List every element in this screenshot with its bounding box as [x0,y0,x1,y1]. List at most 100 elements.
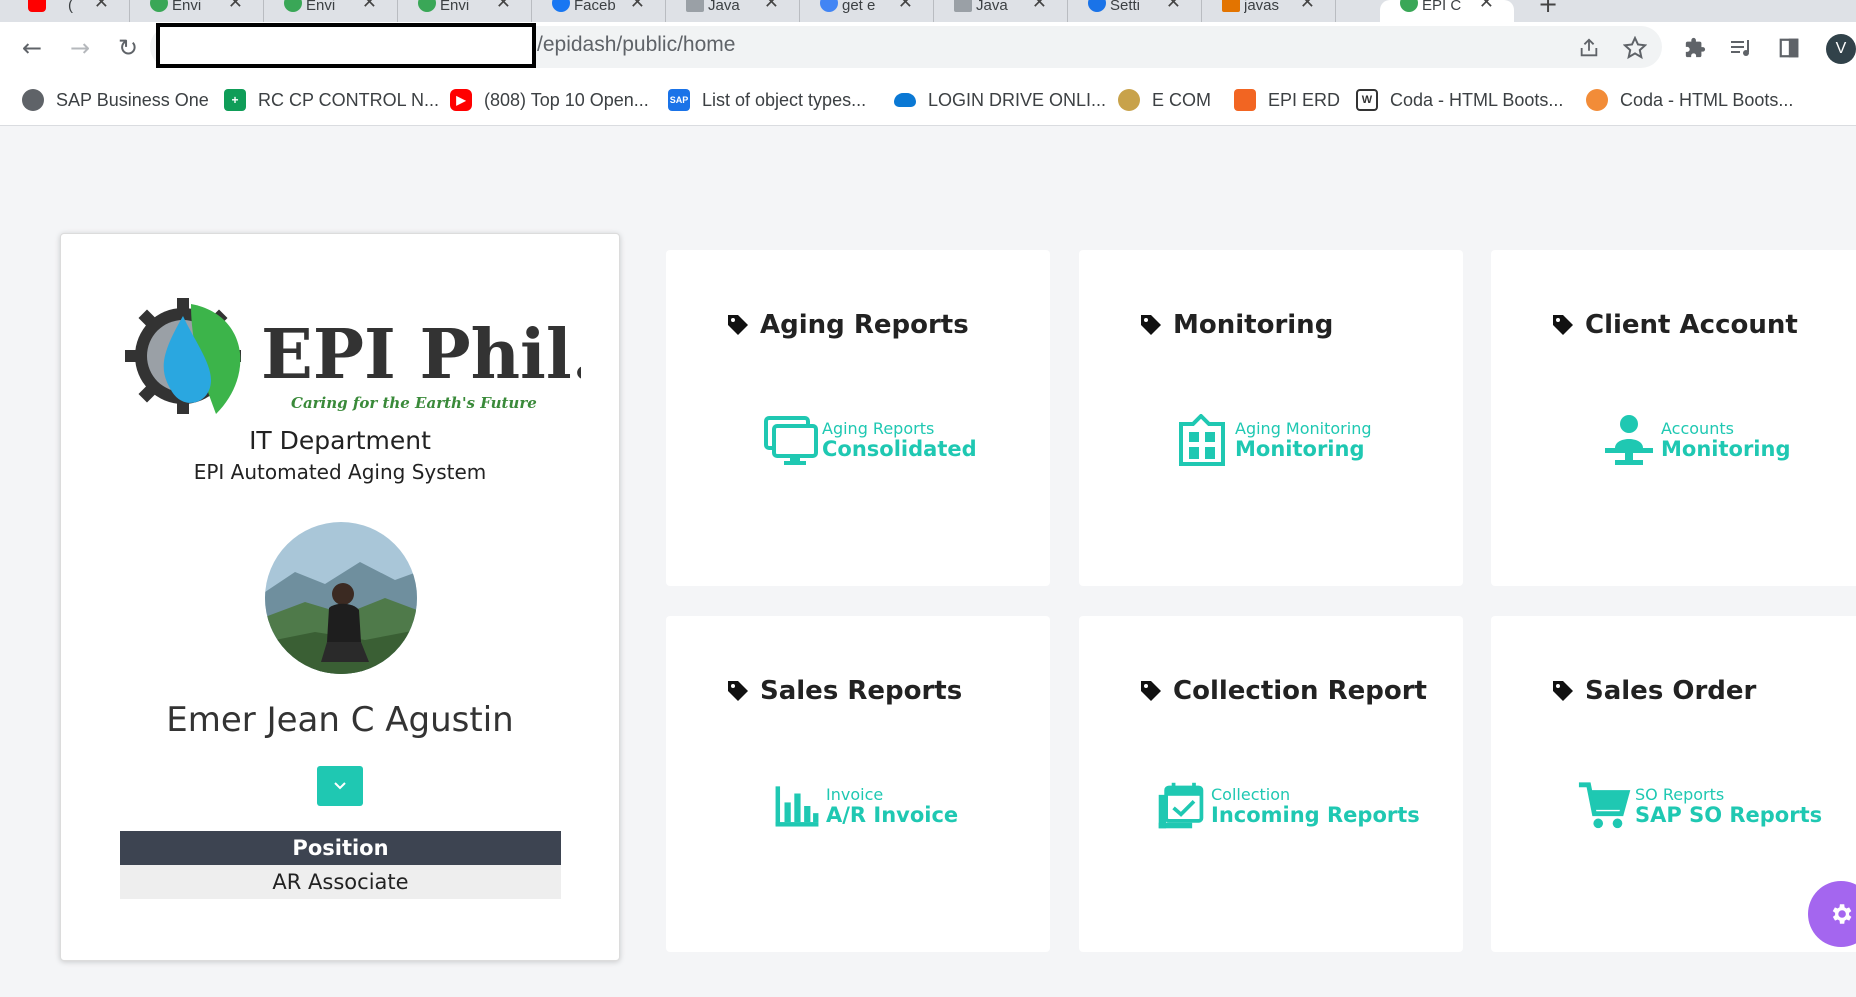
side-panel-icon[interactable] [1776,35,1802,61]
link-title: Monitoring [1661,437,1791,461]
link-title: Consolidated [822,437,977,461]
youtube-icon: ▶ [450,89,472,111]
browser-tab[interactable]: get e ✕ [800,0,934,22]
bookmark-label: LOGIN DRIVE ONLI... [928,89,1107,110]
tab-title: Java [976,0,1008,14]
card-title-text: Aging Reports [760,310,969,340]
forward-icon[interactable]: → [66,34,94,62]
link-subtitle: Invoice [826,785,884,804]
facebook-icon [552,0,570,12]
bookmark-item[interactable]: SAP List of object types... [668,88,866,112]
avatar [265,522,417,674]
tag-icon [1141,315,1161,335]
browser-tab[interactable]: Envi ✕ [264,0,398,22]
tab-strip: ( ✕ Envi ✕ Envi ✕ Envi ✕ Faceb ✕ Java ✕ … [0,0,1856,22]
reload-icon[interactable]: ↻ [114,34,142,62]
link-title: Incoming Reports [1211,803,1420,827]
close-icon[interactable]: ✕ [94,0,109,13]
bookmark-item[interactable]: ▶ (808) Top 10 Open... [450,88,649,112]
close-icon[interactable]: ✕ [228,0,243,13]
tab-title: get e [842,0,876,14]
browser-tab[interactable]: Envi ✕ [130,0,264,22]
settings-gear-icon [1088,0,1106,12]
ar-invoice-link[interactable]: Invoice A/R Invoice [772,780,958,832]
profile-avatar[interactable]: V [1826,34,1856,64]
card-monitoring: Monitoring Aging Monitoring Monitoring [1079,250,1463,586]
position-table: Position AR Associate [120,831,561,899]
share-icon[interactable] [1576,35,1602,61]
browser-tab[interactable]: Java ✕ [666,0,800,22]
tab-title: EPI C [1422,0,1462,14]
bookmark-item[interactable]: W Coda - HTML Boots... [1356,88,1563,112]
link-subtitle: Aging Monitoring [1235,419,1372,438]
card-collection-report: Collection Report Collection Incoming Re… [1079,616,1463,952]
globe-icon [418,0,436,12]
bookmark-item[interactable]: E COM [1118,88,1211,112]
link-subtitle: Aging Reports [822,419,935,438]
browser-tab[interactable]: Java ✕ [934,0,1068,22]
card-title-text: Monitoring [1173,310,1334,340]
star-icon[interactable] [1622,35,1648,61]
bar-chart-icon [775,786,819,827]
card-title-text: Sales Reports [760,676,963,706]
tag-icon [1553,681,1573,701]
browser-tab[interactable]: Envi ✕ [398,0,532,22]
close-icon[interactable]: ✕ [898,0,913,13]
browser-tab[interactable]: ( ✕ [0,0,130,22]
logo-tagline: Caring for the Earth's Future [291,394,537,412]
extensions-icon[interactable] [1682,35,1708,61]
back-icon[interactable]: ← [18,34,46,62]
bookmark-item[interactable]: + RC CP CONTROL N... [224,88,439,112]
bookmark-label: RC CP CONTROL N... [258,89,440,110]
aging-consolidated-link[interactable]: Aging Reports Consolidated [762,414,977,466]
close-icon[interactable]: ✕ [1479,0,1494,13]
logo-text: EPI Phil. [261,315,581,395]
onedrive-icon [894,93,916,107]
aging-monitoring-link[interactable]: Aging Monitoring Monitoring [1175,414,1372,466]
tag-icon [1141,681,1161,701]
erd-icon [1234,89,1256,111]
monitor-icon [764,416,818,465]
accounts-monitoring-link[interactable]: Accounts Monitoring [1601,414,1790,466]
expand-toggle-button[interactable] [317,766,363,806]
link-title: SAP SO Reports [1635,803,1823,827]
link-subtitle: Collection [1211,785,1291,804]
browser-tab-active[interactable]: EPI C ✕ [1380,0,1514,22]
card-title: Collection Report [1139,676,1427,706]
leaf-icon [1118,89,1140,111]
card-title-text: Sales Order [1585,676,1757,706]
bookmark-label: List of object types... [702,89,867,110]
tag-icon [728,681,748,701]
close-icon[interactable]: ✕ [1032,0,1047,13]
company-logo: EPI Phil. Caring for the Earth's Future [125,298,581,414]
bookmark-label: E COM [1152,89,1212,110]
close-icon[interactable]: ✕ [496,0,511,13]
close-icon[interactable]: ✕ [362,0,377,13]
department-name: IT Department [249,426,431,455]
position-header: Position [120,831,561,865]
url-path[interactable]: /epidash/public/home [537,33,735,57]
close-icon[interactable]: ✕ [630,0,645,13]
bookmark-item[interactable]: SAP Business One [22,88,209,112]
google-icon [820,0,838,12]
incoming-reports-link[interactable]: Collection Incoming Reports [1155,780,1420,832]
close-icon[interactable]: ✕ [1166,0,1181,13]
bookmark-item[interactable]: EPI ERD [1234,88,1340,112]
browser-tab[interactable]: Setti ✕ [1068,0,1202,22]
page-icon [686,0,704,12]
browser-tab[interactable]: Faceb ✕ [532,0,666,22]
media-queue-icon[interactable] [1728,35,1754,61]
close-icon[interactable]: ✕ [1300,0,1315,13]
link-subtitle: Accounts [1661,419,1734,438]
sheets-icon: + [224,89,246,111]
card-title: Client Account [1551,310,1798,340]
bookmark-label: SAP Business One [56,89,209,110]
new-tab-button[interactable]: + [1538,0,1558,18]
bookmark-item[interactable]: Coda - HTML Boots... [1586,88,1793,112]
close-icon[interactable]: ✕ [764,0,779,13]
bookmark-item[interactable]: LOGIN DRIVE ONLI... [894,88,1106,112]
sap-so-reports-link[interactable]: SO Reports SAP SO Reports [1577,780,1822,832]
chevron-down-icon [334,782,346,790]
browser-tab[interactable]: javas ✕ [1202,0,1336,22]
card-sales-reports: Sales Reports Invoice A/R Invoice [666,616,1050,952]
